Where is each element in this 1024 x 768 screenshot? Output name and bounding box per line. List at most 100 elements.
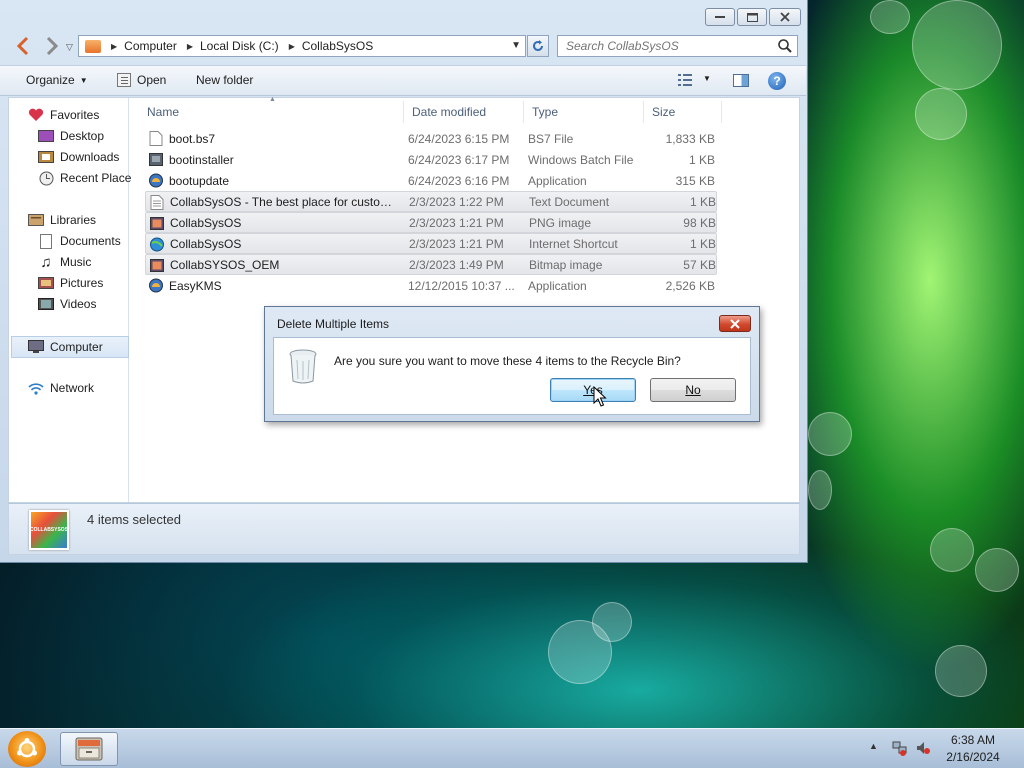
- column-name-label: Name: [147, 105, 180, 119]
- file-row[interactable]: bootinstaller 6/24/2023 6:17 PM Windows Ba…: [145, 149, 717, 170]
- desktop-icon: [38, 129, 54, 143]
- file-row[interactable]: boot.bs7 6/24/2023 6:15 PM BS7 File 1,833 K…: [145, 128, 717, 149]
- nav-computer-label: Computer: [50, 340, 103, 354]
- nav-computer[interactable]: Computer: [11, 336, 129, 358]
- breadcrumb-local-disk[interactable]: Local Disk (C:): [200, 39, 279, 53]
- back-arrow-icon[interactable]: [14, 36, 32, 56]
- breadcrumb-separator-icon[interactable]: ▶: [111, 42, 117, 51]
- dialog-close-button[interactable]: [719, 315, 751, 332]
- close-button[interactable]: [769, 8, 801, 26]
- documents-icon: [38, 233, 54, 249]
- breadcrumb-separator-icon[interactable]: ▶: [187, 42, 193, 51]
- file-name: CollabSysOS: [170, 236, 242, 251]
- recent-pages-chevron-icon[interactable]: ▽: [66, 42, 73, 53]
- file-size: 1 KB: [688, 152, 715, 167]
- column-header-type[interactable]: Type: [524, 101, 644, 123]
- refresh-icon: [533, 40, 543, 51]
- address-bar[interactable]: ▶ Computer ▶ Local Disk (C:) ▶ CollabSys…: [78, 35, 526, 57]
- nav-documents[interactable]: Documents: [38, 233, 121, 249]
- start-button[interactable]: [8, 731, 46, 767]
- nav-videos-label: Videos: [60, 297, 97, 311]
- nav-music[interactable]: ♫ Music: [38, 253, 91, 271]
- explorer-content: Favorites Desktop Downloads Recent Place…: [8, 96, 800, 503]
- file-type: Application: [528, 278, 587, 293]
- file-size: 315 KB: [675, 173, 715, 188]
- organize-button[interactable]: Organize ▼: [26, 73, 88, 87]
- bokeh-light: [975, 548, 1019, 592]
- close-icon: [780, 12, 790, 22]
- libraries-icon: [28, 213, 44, 227]
- forward-arrow-icon[interactable]: [43, 36, 61, 56]
- nav-network[interactable]: Network: [28, 381, 94, 395]
- search-icon[interactable]: [777, 38, 793, 54]
- clock-date: 2/16/2024: [946, 750, 1000, 764]
- search-box[interactable]: [557, 35, 798, 57]
- computer-icon: [28, 340, 44, 354]
- search-input[interactable]: [566, 39, 771, 53]
- file-name: bootupdate: [169, 173, 230, 188]
- text-file-icon: [150, 195, 164, 210]
- preview-pane-icon[interactable]: [733, 74, 749, 87]
- network-wifi-icon: [28, 381, 44, 395]
- file-name: boot.bs7: [169, 131, 216, 146]
- folder-icon: [85, 39, 101, 53]
- maximize-button[interactable]: [737, 8, 767, 26]
- command-bar: Organize ▼ Open New folder ▼ ?: [0, 65, 806, 96]
- music-note-icon: ♫: [40, 253, 52, 271]
- file-row[interactable]: bootupdate 6/24/2023 6:16 PM Application 31…: [145, 170, 717, 191]
- nav-favorites[interactable]: Favorites: [28, 108, 99, 122]
- new-folder-button[interactable]: New folder: [196, 73, 253, 87]
- open-button[interactable]: Open: [117, 73, 166, 87]
- heart-icon: [28, 108, 44, 122]
- file-type: Application: [528, 173, 587, 188]
- system-clock[interactable]: 6:38 AM 2/16/2024: [938, 732, 1008, 766]
- nav-pictures[interactable]: Pictures: [38, 276, 103, 290]
- breadcrumb-separator-icon[interactable]: ▶: [289, 42, 295, 51]
- refresh-button[interactable]: [527, 35, 549, 57]
- file-row[interactable]: EasyKMS 12/12/2015 10:37 ... Application 2,…: [145, 275, 717, 296]
- change-view-icon[interactable]: [678, 74, 692, 86]
- nav-network-label: Network: [50, 381, 95, 395]
- breadcrumb-collabsysos[interactable]: CollabSysOS: [302, 39, 373, 53]
- help-icon[interactable]: ?: [768, 72, 786, 90]
- nav-desktop[interactable]: Desktop: [38, 129, 104, 143]
- bokeh-light: [935, 645, 987, 697]
- nav-recent-places[interactable]: Recent Place: [38, 171, 131, 185]
- column-date-label: Date modified: [412, 105, 487, 119]
- nav-videos[interactable]: Videos: [38, 297, 96, 311]
- volume-muted-icon[interactable]: [915, 740, 931, 756]
- file-row[interactable]: CollabSysOS - The best place for custom …: [145, 191, 717, 212]
- nav-libraries-label: Libraries: [50, 213, 97, 227]
- file-date-modified: 2/3/2023 1:22 PM: [409, 194, 504, 209]
- file-date-modified: 6/24/2023 6:17 PM: [408, 152, 510, 167]
- bokeh-light: [870, 0, 910, 34]
- selection-status: 4 items selected: [87, 512, 181, 527]
- breadcrumb-computer[interactable]: Computer: [124, 39, 177, 53]
- file-row[interactable]: CollabSYSOS_OEM 2/3/2023 1:49 PM Bitmap im…: [145, 254, 717, 275]
- file-type: Bitmap image: [529, 257, 603, 272]
- nav-libraries[interactable]: Libraries: [28, 213, 96, 227]
- file-row[interactable]: CollabSysOS 2/3/2023 1:21 PM PNG image 98 K…: [145, 212, 717, 233]
- file-name: CollabSysOS - The best place for custom …: [170, 194, 400, 209]
- restore-icon: [746, 12, 758, 22]
- app-icon: [149, 278, 163, 293]
- file-date-modified: 6/24/2023 6:15 PM: [408, 131, 510, 146]
- column-header-date-modified[interactable]: Date modified: [404, 101, 524, 123]
- address-dropdown-icon[interactable]: ▼: [511, 40, 521, 51]
- view-options-caret-icon[interactable]: ▼: [703, 74, 711, 83]
- videos-icon: [38, 297, 54, 311]
- show-hidden-icons-icon[interactable]: ▲: [869, 741, 878, 751]
- nav-pictures-label: Pictures: [60, 276, 104, 290]
- blank-file-icon: [149, 131, 163, 146]
- network-status-icon[interactable]: [892, 740, 908, 756]
- minimize-button[interactable]: [705, 8, 735, 26]
- column-header-name[interactable]: Name: [139, 101, 404, 123]
- nav-downloads[interactable]: Downloads: [38, 150, 119, 164]
- file-list: ▲ Name Date modified Type Size boot.bs7 6…: [139, 96, 799, 502]
- taskbar-explorer-button[interactable]: [60, 732, 118, 766]
- bokeh-light: [912, 0, 1002, 90]
- no-button[interactable]: No: [650, 378, 736, 402]
- column-header-size[interactable]: Size: [644, 101, 722, 123]
- file-row[interactable]: CollabSysOS 2/3/2023 1:21 PM Internet Shor…: [145, 233, 717, 254]
- image-file-icon: [150, 216, 164, 231]
